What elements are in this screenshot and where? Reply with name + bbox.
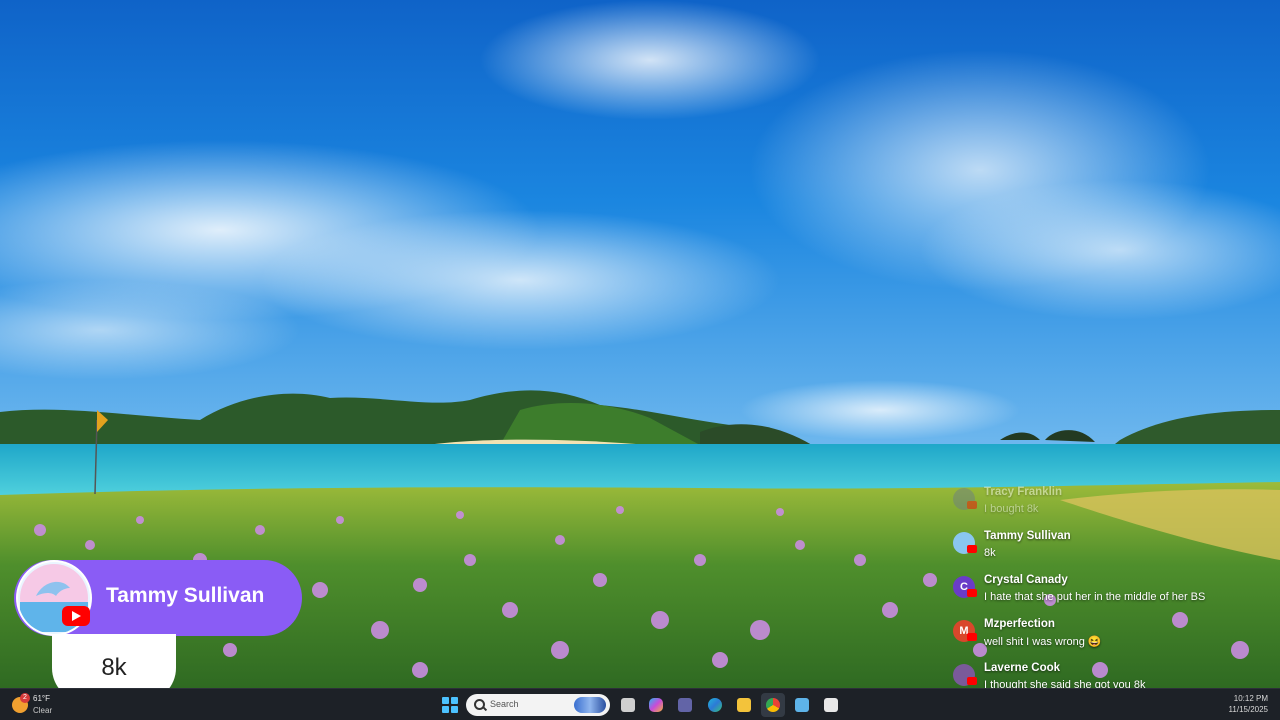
search-input[interactable]: Search [466, 694, 610, 716]
youtube-icon [967, 501, 977, 509]
clock-date: 11/15/2025 [1228, 705, 1268, 714]
youtube-icon [967, 633, 977, 641]
chat-message: C Crystal Canady I hate that she put her i… [950, 572, 1260, 616]
notepad-icon [795, 698, 809, 712]
youtube-icon [967, 545, 977, 553]
chat-message: Tammy Sullivan 8k [950, 528, 1260, 572]
chat-author-name: Mzperfection [984, 618, 1055, 630]
file-explorer-button[interactable] [732, 693, 756, 717]
weather-temperature: 61°F [33, 694, 50, 703]
highlighted-comment-card: Tammy Sullivan [14, 558, 304, 638]
search-icon [474, 699, 485, 710]
chat-author-name: Tammy Sullivan [984, 530, 1071, 542]
highlighted-author-name: Tammy Sullivan [106, 584, 265, 607]
edge-icon [708, 698, 722, 712]
folder-icon [737, 698, 751, 712]
youtube-icon [62, 606, 90, 626]
system-clock[interactable]: 10:12 PM 11/15/2025 [1229, 693, 1268, 715]
chat-message-text: I bought 8k [984, 503, 1039, 515]
chat-author-name: Laverne Cook [984, 662, 1061, 674]
chat-author-name: Crystal Canady [984, 574, 1068, 586]
windows-icon [442, 697, 458, 713]
chat-message: M Mzperfection well shit I was wrong 😆 [950, 616, 1260, 660]
search-placeholder: Search [490, 699, 519, 709]
chrome-icon [766, 698, 780, 712]
search-highlight-icon [574, 697, 606, 713]
copilot-button[interactable] [644, 693, 668, 717]
teams-icon [678, 698, 692, 712]
task-view-icon [621, 698, 635, 712]
taskbar: 2 61°F Clear Search 10:12 PM 11/15/2025 [0, 688, 1280, 720]
chat-message: Tracy Franklin I bought 8k [950, 484, 1260, 528]
chrome-button[interactable] [761, 693, 785, 717]
task-view-button[interactable] [616, 693, 640, 717]
start-button[interactable] [438, 693, 462, 717]
weather-condition: Clear [33, 706, 53, 715]
edge-button[interactable] [703, 693, 727, 717]
chat-author-name: Tracy Franklin [984, 486, 1062, 498]
live-chat-feed: Tracy Franklin I bought 8k Tammy Sullivan 8… [950, 484, 1260, 704]
app-window-icon [824, 698, 838, 712]
chat-message-text: 8k [984, 547, 996, 559]
notepad-button[interactable] [790, 693, 814, 717]
weather-widget[interactable]: 2 61°F Clear [10, 692, 70, 718]
chat-message-text: well shit I was wrong 😆 [984, 636, 1102, 648]
notification-badge: 2 [20, 693, 30, 703]
chat-message-text: I hate that she put her in the middle of… [984, 591, 1206, 603]
teams-button[interactable] [673, 693, 697, 717]
app-button[interactable] [819, 693, 843, 717]
copilot-icon [649, 698, 663, 712]
youtube-icon [967, 677, 977, 685]
youtube-icon [967, 589, 977, 597]
clock-time: 10:12 PM [1233, 694, 1268, 703]
